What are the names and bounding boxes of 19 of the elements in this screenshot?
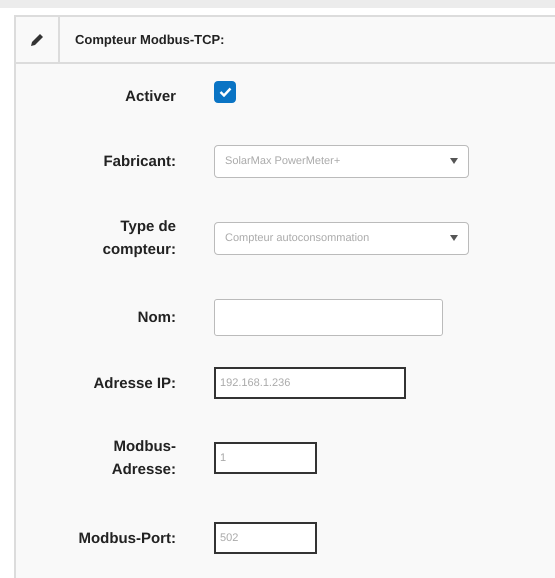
check-icon <box>218 87 232 97</box>
field-label: Fabricant: <box>103 152 176 172</box>
select-dropdown[interactable]: SolarMax PowerMeter+ <box>214 144 469 178</box>
panel-title: Compteur Modbus-TCP: <box>75 32 224 47</box>
field-label: Type de compteur: <box>102 217 176 260</box>
caret-icon <box>450 158 458 164</box>
field-label: Modbus-Adresse: <box>110 437 176 480</box>
pencil-icon <box>30 32 44 46</box>
input-field[interactable]: 1 <box>214 442 317 474</box>
field-label: Activer <box>125 86 176 106</box>
input-field[interactable]: 502 <box>214 522 317 554</box>
field-label: Modbus-Port: <box>78 528 176 548</box>
field-label: Nom: <box>138 308 176 328</box>
input-field[interactable]: 192.168.1.236 <box>214 367 406 399</box>
caret-icon <box>450 235 458 241</box>
name-input[interactable] <box>214 298 443 336</box>
select-dropdown[interactable]: Compteur autoconsommation <box>214 222 469 254</box>
enable-checkbox[interactable] <box>214 81 236 103</box>
field-label: Adresse IP: <box>93 374 176 394</box>
